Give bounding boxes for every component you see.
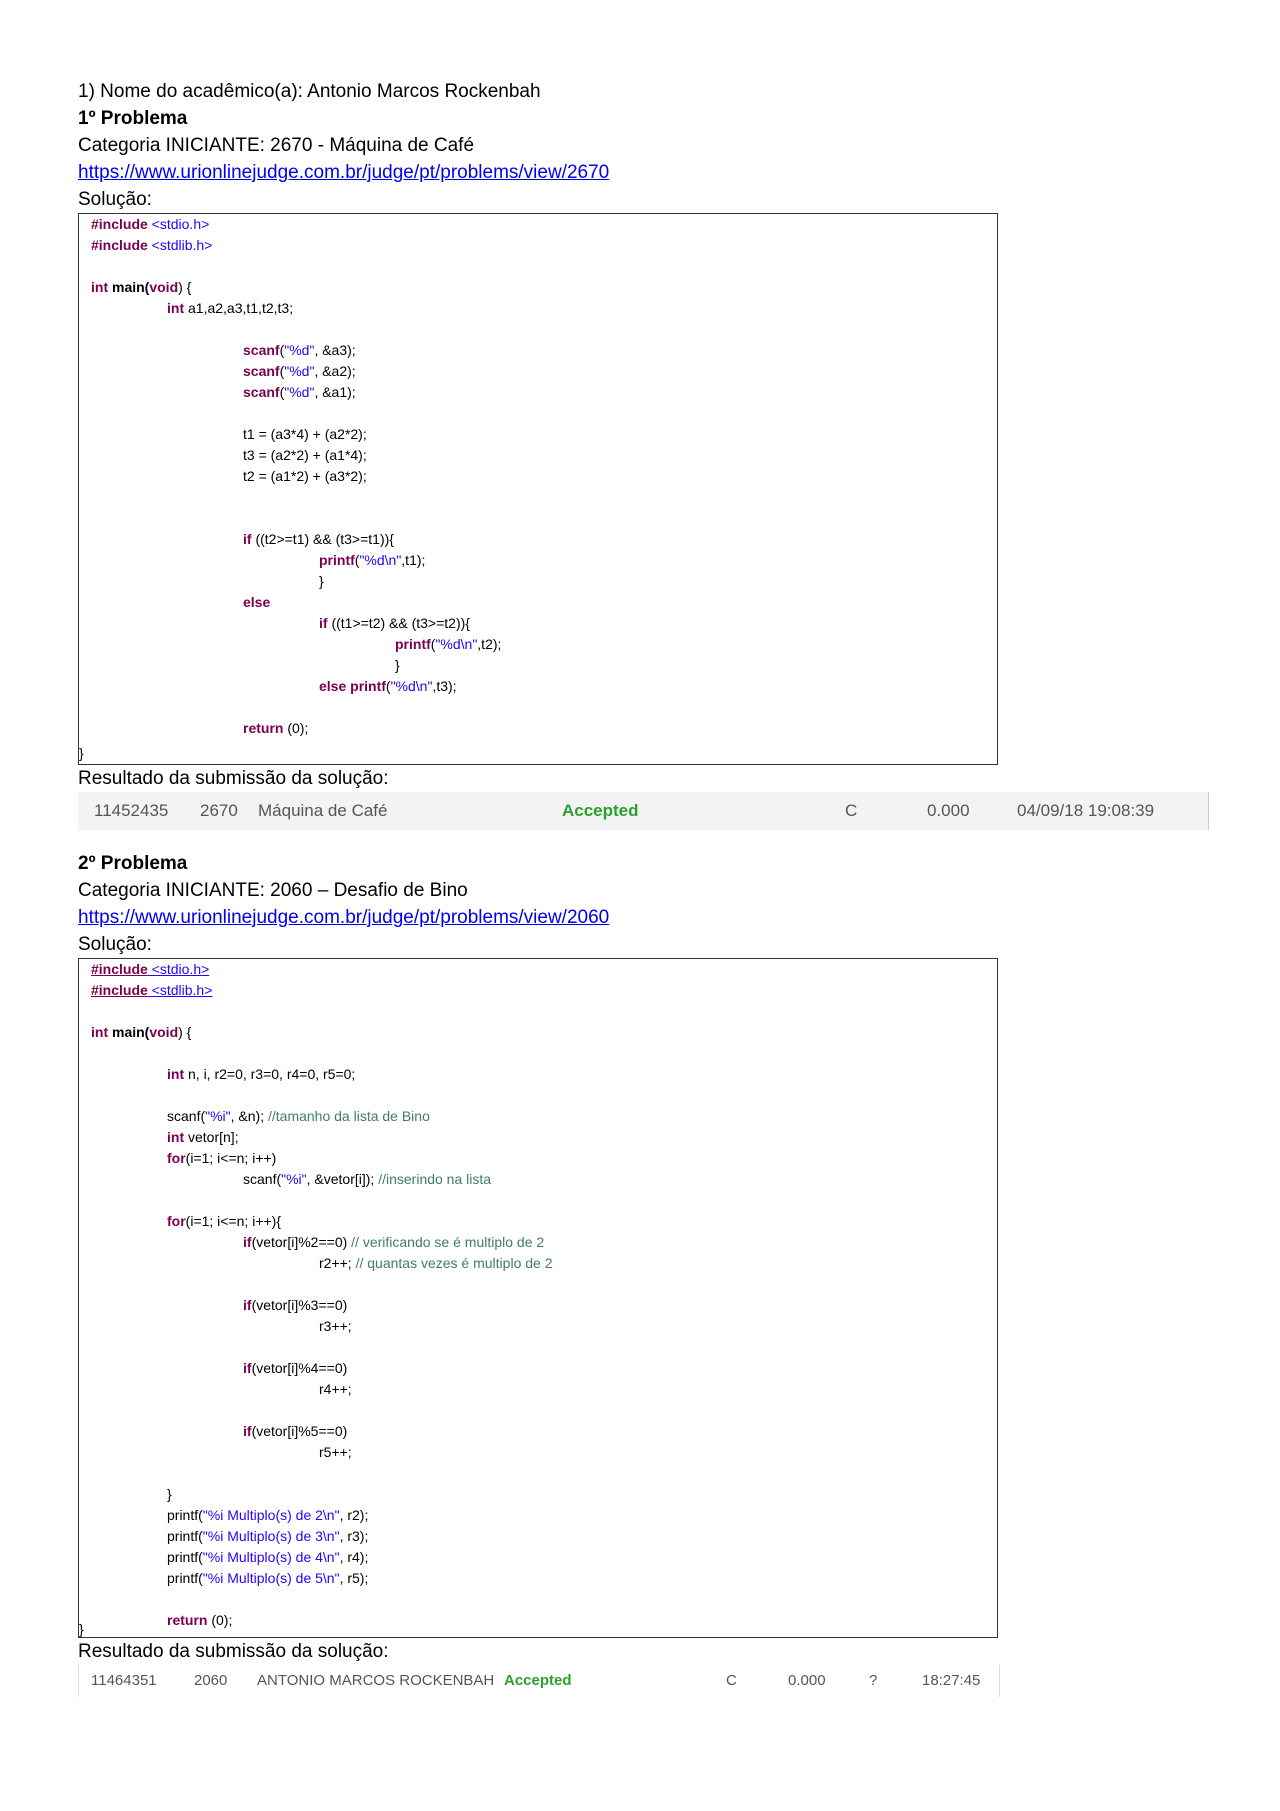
problem-name: Máquina de Café	[258, 801, 388, 820]
problem2-title: 2º Problema	[78, 853, 188, 874]
code-line: int main(void) {	[91, 1024, 192, 1040]
code-line: #include <stdlib.h>	[91, 982, 213, 998]
code-line: t2 = (a1*2) + (a3*2);	[243, 468, 367, 484]
problem2-solution-label: Solução:	[78, 934, 152, 955]
problem1-link[interactable]: https://www.urionlinejudge.com.br/judge/…	[78, 162, 609, 183]
code-line: int main(void) {	[91, 279, 192, 295]
author-name: ANTONIO MARCOS ROCKENBAH	[257, 1672, 495, 1689]
code-line: printf("%i Multiplo(s) de 4\n", r4);	[167, 1549, 369, 1565]
code-line: if(vetor[i]%4==0)	[243, 1360, 348, 1376]
code-line: if(vetor[i]%3==0)	[243, 1297, 348, 1313]
code-line: printf("%i Multiplo(s) de 2\n", r2);	[167, 1507, 369, 1523]
problem1-title: 1º Problema	[78, 108, 188, 129]
run-time: 0.000	[788, 1672, 826, 1689]
code-line: scanf("%d", &a1);	[243, 384, 356, 400]
code-line: r5++;	[319, 1444, 352, 1460]
problem1-code-block: #include <stdio.h> #include <stdlib.h> i…	[78, 213, 998, 765]
problem2-code-block: #include <stdio.h> #include <stdlib.h> i…	[78, 958, 998, 1638]
code-line: }	[79, 1621, 84, 1637]
submission-date: 04/09/18 19:08:39	[1017, 801, 1155, 820]
code-line: #include <stdio.h>	[91, 961, 210, 977]
code-line: r2++; // quantas vezes é multiplo de 2	[319, 1255, 553, 1271]
language: C	[845, 801, 858, 820]
code-line: scanf("%d", &a2);	[243, 363, 356, 379]
problem1-result-row: 11452435 2670 Máquina de Café Accepted C…	[78, 792, 1209, 830]
status-badge: Accepted	[562, 801, 639, 820]
code-line: printf("%d\n",t2);	[395, 636, 502, 652]
code-line: r4++;	[319, 1381, 352, 1397]
code-line: scanf("%i", &vetor[i]); //inserindo na l…	[243, 1171, 492, 1187]
code-line: for(i=1; i<=n; i++)	[167, 1150, 277, 1166]
problem2-category: Categoria INICIANTE: 2060 – Desafio de B…	[78, 880, 468, 901]
status-badge: Accepted	[504, 1672, 572, 1689]
code-line: printf("%i Multiplo(s) de 5\n", r5);	[167, 1570, 369, 1586]
submission-id: 11452435	[94, 801, 169, 820]
submission-time: 18:27:45	[922, 1672, 981, 1689]
rank: ?	[869, 1672, 878, 1689]
problem1-result-label: Resultado da submissão da solução:	[78, 768, 389, 789]
code-line: int a1,a2,a3,t1,t2,t3;	[167, 300, 294, 316]
code-line: scanf("%d", &a3);	[243, 342, 356, 358]
problem1-category: Categoria INICIANTE: 2670 - Máquina de C…	[78, 135, 475, 156]
problem2-result-label: Resultado da submissão da solução:	[78, 1641, 389, 1662]
code-line: scanf("%i", &n); //tamanho da lista de B…	[167, 1108, 430, 1124]
code-line: int vetor[n];	[167, 1129, 239, 1145]
code-line: }	[79, 745, 84, 761]
problem1-solution-label: Solução:	[78, 189, 152, 210]
problem2-link[interactable]: https://www.urionlinejudge.com.br/judge/…	[78, 907, 609, 928]
problem2-result-row: 11464351 2060 ANTONIO MARCOS ROCKENBAH A…	[78, 1665, 1000, 1697]
code-line: if(vetor[i]%2==0) // verificando se é mu…	[243, 1234, 545, 1250]
code-line: #include <stdlib.h>	[91, 237, 213, 253]
submission-id: 11464351	[91, 1672, 157, 1689]
problem-number: 2060	[194, 1672, 228, 1689]
code-line: else	[243, 594, 271, 610]
problem-number: 2670	[200, 801, 238, 820]
code-line: else printf("%d\n",t3);	[319, 678, 457, 694]
code-line: t3 = (a2*2) + (a1*4);	[243, 447, 367, 463]
code-line: for(i=1; i<=n; i++){	[167, 1213, 282, 1229]
code-line: printf("%i Multiplo(s) de 3\n", r3);	[167, 1528, 369, 1544]
code-line: }	[167, 1486, 172, 1502]
language: C	[726, 1672, 737, 1689]
code-line: return (0);	[243, 720, 309, 736]
code-line: int n, i, r2=0, r3=0, r4=0, r5=0;	[167, 1066, 356, 1082]
code-line: }	[319, 573, 324, 589]
student-name-line: 1) Nome do acadêmico(a): Antonio Marcos …	[78, 81, 541, 102]
code-line: #include <stdio.h>	[91, 216, 210, 232]
code-line: }	[395, 657, 400, 673]
code-line: if(vetor[i]%5==0)	[243, 1423, 348, 1439]
code-line: t1 = (a3*4) + (a2*2);	[243, 426, 367, 442]
document-page: 1) Nome do acadêmico(a): Antonio Marcos …	[78, 78, 1209, 1697]
code-line: if ((t2>=t1) && (t3>=t1)){	[243, 531, 394, 547]
code-line: if ((t1>=t2) && (t3>=t2)){	[319, 615, 470, 631]
code-line: printf("%d\n",t1);	[319, 552, 426, 568]
run-time: 0.000	[927, 801, 970, 820]
code-line: return (0);	[167, 1612, 233, 1628]
code-line: r3++;	[319, 1318, 352, 1334]
